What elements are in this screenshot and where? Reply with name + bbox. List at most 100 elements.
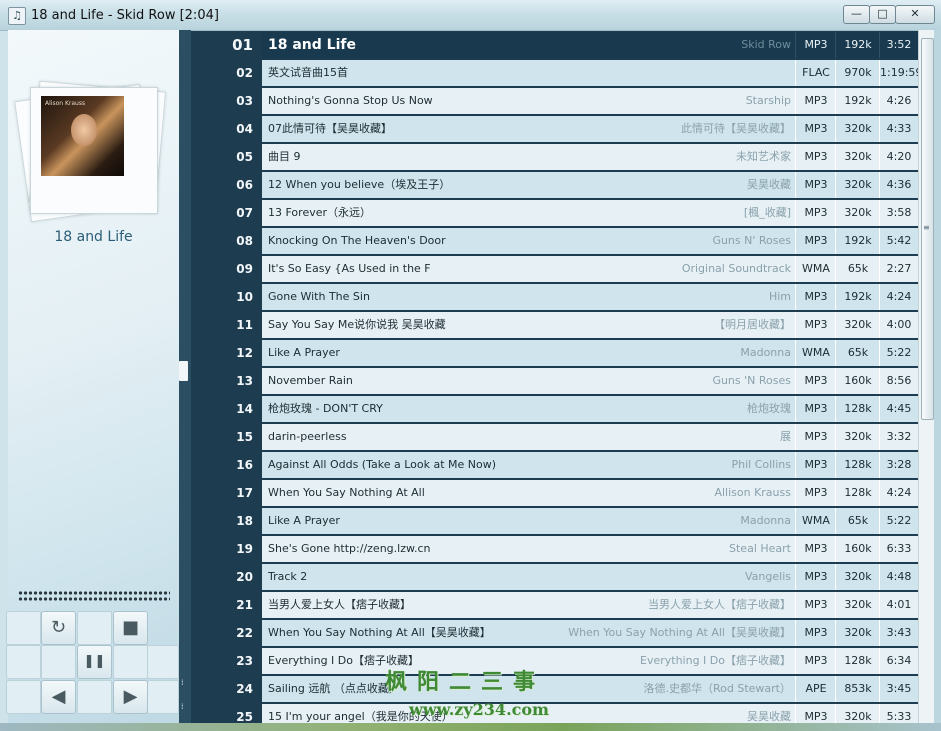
track-number: 07 bbox=[191, 199, 257, 227]
track-bitrate: 65k bbox=[835, 508, 880, 534]
track-duration: 6:34 bbox=[879, 648, 918, 674]
track-duration: 3:43 bbox=[879, 620, 918, 646]
track-cell[interactable]: She's Gone http://zeng.lzw.cn Steal Heart… bbox=[262, 536, 918, 562]
track-number: 22 bbox=[191, 619, 257, 647]
playlist-row[interactable]: 17 When You Say Nothing At All Allison Kra… bbox=[191, 479, 918, 507]
playlist-row[interactable]: 05 曲目 9 未知艺术家 MP3 320k 4:20 bbox=[191, 143, 918, 171]
track-bitrate: 320k bbox=[835, 312, 880, 338]
playlist-row[interactable]: 13 November Rain Guns 'N Roses MP3 160k 8:56 bbox=[191, 367, 918, 395]
cover-frame-front: Alison Krauss bbox=[30, 87, 158, 214]
pad-tile bbox=[147, 645, 179, 679]
playlist-row[interactable]: 03 Nothing's Gonna Stop Us Now Starship MP3… bbox=[191, 87, 918, 115]
stop-button[interactable]: ■ bbox=[113, 611, 148, 645]
track-title: Gone With The Sin bbox=[268, 290, 370, 303]
track-cell[interactable]: 枪炮玫瑰 - DON'T CRY 枪炮玫瑰 MP3 128k 4:45 bbox=[262, 396, 918, 422]
playlist-row[interactable]: 19 She's Gone http://zeng.lzw.cn Steal Hea… bbox=[191, 535, 918, 563]
track-artist: Vangelis bbox=[745, 570, 791, 583]
pad-tile bbox=[77, 611, 112, 645]
track-cell[interactable]: 18 and Life Skid Row MP3 192k 3:52 bbox=[262, 32, 918, 58]
grip-icon: ⁞ bbox=[181, 678, 184, 687]
track-title: darin-peerless bbox=[268, 430, 347, 443]
grip-icon: ⁞ bbox=[181, 702, 184, 711]
now-playing-title: 18 and Life bbox=[54, 229, 133, 245]
pause-button[interactable]: ❚❚ bbox=[77, 645, 112, 679]
window-right-edge bbox=[934, 30, 941, 731]
track-cell[interactable]: Nothing's Gonna Stop Us Now Starship MP3 19… bbox=[262, 88, 918, 114]
track-cell[interactable]: Against All Odds (Take a Look at Me Now)… bbox=[262, 452, 918, 478]
playlist-row[interactable]: 20 Track 2 Vangelis MP3 320k 4:48 bbox=[191, 563, 918, 591]
track-title: She's Gone http://zeng.lzw.cn bbox=[268, 542, 431, 555]
close-button[interactable]: ✕ bbox=[895, 5, 935, 24]
repeat-button[interactable]: ↻ bbox=[41, 611, 76, 645]
track-cell[interactable]: 13 Forever（永远） [楓_收藏] MP3 320k 3:58 bbox=[262, 200, 918, 226]
track-title: 英文试音曲15首 bbox=[268, 66, 348, 79]
playlist-row[interactable]: 16 Against All Odds (Take a Look at Me No… bbox=[191, 451, 918, 479]
track-bitrate: 970k bbox=[835, 60, 880, 86]
playlist-scrollbar[interactable]: ≡ bbox=[918, 30, 935, 723]
track-number: 25 bbox=[191, 703, 257, 723]
track-cell[interactable]: Sailing 远航 （点点收藏） 洛德.史都华（Rod Stewart） APE 8… bbox=[262, 676, 918, 702]
track-title: Like A Prayer bbox=[268, 346, 340, 359]
track-cell[interactable]: 英文试音曲15首 FLAC970k1:19:59 bbox=[262, 60, 918, 86]
track-format: MP3 bbox=[795, 396, 836, 422]
track-duration: 5:22 bbox=[879, 340, 918, 366]
track-cell[interactable]: Track 2 Vangelis MP3 320k 4:48 bbox=[262, 564, 918, 590]
playlist-row[interactable]: 07 13 Forever（永远） [楓_收藏] MP3 320k 3:58 bbox=[191, 199, 918, 227]
track-cell[interactable]: 15 I'm your angel（我是你的天使） 吴昊收藏 MP3 320k 5:33 bbox=[262, 704, 918, 723]
playlist-row[interactable]: 18 Like A Prayer Madonna WMA 65k 5:22 bbox=[191, 507, 918, 535]
minimize-button[interactable]: — bbox=[843, 5, 870, 24]
track-cell[interactable]: It's So Easy {As Used in the F Original S… bbox=[262, 256, 918, 282]
playlist-row[interactable]: 08 Knocking On The Heaven's Door Guns N' R… bbox=[191, 227, 918, 255]
playlist-row[interactable]: 12 Like A Prayer Madonna WMA 65k 5:22 bbox=[191, 339, 918, 367]
track-title: When You Say Nothing At All【吴昊收藏】 bbox=[268, 626, 491, 639]
playlist-row[interactable]: 09 It's So Easy {As Used in the F Original… bbox=[191, 255, 918, 283]
track-title: It's So Easy {As Used in the F bbox=[268, 262, 431, 275]
track-number: 09 bbox=[191, 255, 257, 283]
playlist-row[interactable]: 15 darin-peerless 展 MP3 320k 3:32 bbox=[191, 423, 918, 451]
next-button[interactable]: ▶ bbox=[113, 680, 148, 714]
track-cell[interactable]: 07此情可待【吴昊收藏】 此情可待【吴昊收藏】 MP3 320k 4:33 bbox=[262, 116, 918, 142]
track-duration: 4:20 bbox=[879, 144, 918, 170]
track-cell[interactable]: 曲目 9 未知艺术家 MP3 320k 4:20 bbox=[262, 144, 918, 170]
album-cover-stack[interactable]: Alison Krauss bbox=[14, 80, 167, 223]
playlist-row[interactable]: 21 当男人爱上女人【痞子收藏】 当男人爱上女人【痞子收藏】 MP3 320k 4:01 bbox=[191, 591, 918, 619]
track-format: WMA bbox=[795, 508, 836, 534]
playlist[interactable]: 01 18 and Life Skid Row MP3 192k 3:52 02 英文试音曲1… bbox=[191, 31, 918, 723]
title-bar: ♫ 18 and Life - Skid Row [2:04] — □ ✕ bbox=[0, 0, 941, 31]
track-duration: 4:26 bbox=[879, 88, 918, 114]
track-bitrate: 320k bbox=[835, 200, 880, 226]
playlist-row[interactable]: 14 枪炮玫瑰 - DON'T CRY 枪炮玫瑰 MP3 128k 4:45 bbox=[191, 395, 918, 423]
track-cell[interactable]: When You Say Nothing At All Allison Kraus… bbox=[262, 480, 918, 506]
track-cell[interactable]: 12 When you believe（埃及王子） 吴昊收藏 MP3 320k 4:36 bbox=[262, 172, 918, 198]
track-cell[interactable]: When You Say Nothing At All【吴昊收藏】 When Yo… bbox=[262, 620, 918, 646]
track-bitrate: 128k bbox=[835, 480, 880, 506]
splitter-handle[interactable] bbox=[179, 361, 188, 381]
playlist-row[interactable]: 11 Say You Say Me说你说我 吴昊收藏 【明月居收藏】 MP3 320k 4… bbox=[191, 311, 918, 339]
track-cell[interactable]: Say You Say Me说你说我 吴昊收藏 【明月居收藏】 MP3 320k 4:0… bbox=[262, 312, 918, 338]
track-bitrate: 192k bbox=[835, 32, 880, 58]
track-number: 02 bbox=[191, 59, 257, 87]
track-bitrate: 320k bbox=[835, 116, 880, 142]
window-bottom-edge bbox=[0, 723, 941, 731]
track-cell[interactable]: 当男人爱上女人【痞子收藏】 当男人爱上女人【痞子收藏】 MP3 320k 4:01 bbox=[262, 592, 918, 618]
playlist-row[interactable]: 22 When You Say Nothing At All【吴昊收藏】 When … bbox=[191, 619, 918, 647]
playlist-row[interactable]: 06 12 When you believe（埃及王子） 吴昊收藏 MP3 320k 4:… bbox=[191, 171, 918, 199]
panel-splitter[interactable]: ⁞ ⁞ bbox=[179, 30, 191, 723]
previous-button[interactable]: ◀ bbox=[41, 680, 76, 714]
playlist-row[interactable]: 04 07此情可待【吴昊收藏】 此情可待【吴昊收藏】 MP3 320k 4:33 bbox=[191, 115, 918, 143]
track-cell[interactable]: Everything I Do【痞子收藏】 Everything I Do【痞子收… bbox=[262, 648, 918, 674]
track-cell[interactable]: Knocking On The Heaven's Door Guns N' Ros… bbox=[262, 228, 918, 254]
track-format: MP3 bbox=[795, 536, 836, 562]
track-cell[interactable]: November Rain Guns 'N Roses MP3 160k 8:56 bbox=[262, 368, 918, 394]
track-cell[interactable]: Like A Prayer Madonna WMA 65k 5:22 bbox=[262, 340, 918, 366]
maximize-button[interactable]: □ bbox=[869, 5, 896, 24]
track-format: MP3 bbox=[795, 312, 836, 338]
playlist-row[interactable]: 01 18 and Life Skid Row MP3 192k 3:52 bbox=[191, 31, 918, 59]
app-icon[interactable]: ♫ bbox=[8, 7, 26, 25]
track-cell[interactable]: darin-peerless 展 MP3 320k 3:32 bbox=[262, 424, 918, 450]
playlist-row[interactable]: 02 英文试音曲15首 FLAC970k1:19:59 bbox=[191, 59, 918, 87]
track-cell[interactable]: Like A Prayer Madonna WMA 65k 5:22 bbox=[262, 508, 918, 534]
playlist-row[interactable]: 10 Gone With The Sin Him MP3 192k 4:24 bbox=[191, 283, 918, 311]
track-bitrate: 320k bbox=[835, 592, 880, 618]
track-cell[interactable]: Gone With The Sin Him MP3 192k 4:24 bbox=[262, 284, 918, 310]
